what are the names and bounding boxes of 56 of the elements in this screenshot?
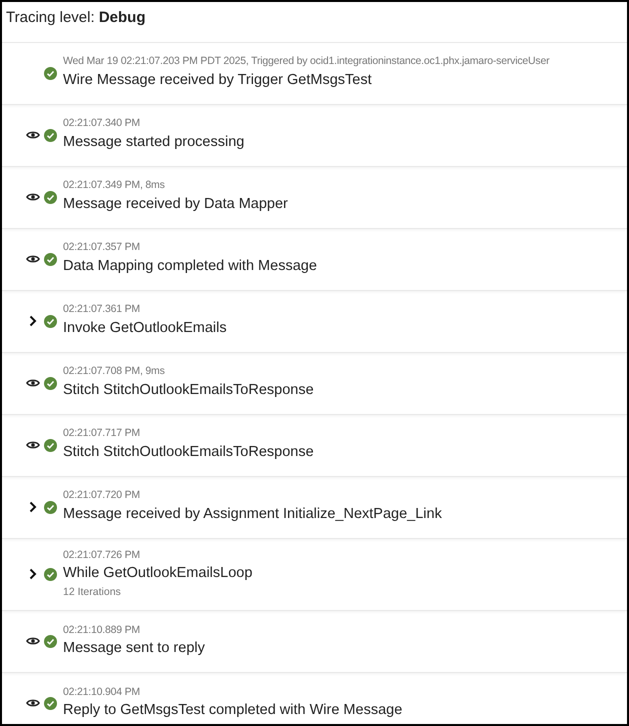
success-check-icon: [44, 190, 57, 204]
event-row[interactable]: Wed Mar 19 02:21:07.203 PM PDT 2025, Triggered by ocid1.integrationinstance.oc1.phx.jamaro-serviceUser Wire Message received by Trigger GetMsgsTest: [2, 42, 627, 104]
chevron-right-icon[interactable]: [29, 315, 37, 327]
event-row[interactable]: 02:21:10.904 PM Reply to GetMsgsTest completed with Wire Message: [2, 672, 627, 724]
event-time: 02:21:07.717 PM: [63, 426, 141, 442]
event-title: Reply to GetMsgsTest completed with Wire Message: [63, 701, 402, 720]
event-row[interactable]: 02:21:07.708 PM, 9ms Stitch StitchOutlookEmailsToResponse: [2, 352, 627, 414]
chevron-right-icon[interactable]: [29, 501, 37, 513]
success-check-icon: [44, 128, 57, 142]
iterations-count: 12 Iterations: [63, 585, 122, 600]
event-title: Stitch StitchOutlookEmailsToResponse: [63, 443, 314, 462]
success-check-icon: [44, 500, 57, 514]
eye-icon[interactable]: [26, 254, 40, 264]
event-title: Message sent to reply: [63, 639, 205, 658]
event-title: Message received by Data Mapper: [63, 195, 288, 214]
eye-icon[interactable]: [26, 378, 40, 388]
event-time: 02:21:07.726 PM: [63, 548, 141, 562]
event-row[interactable]: 02:21:07.726 PM While GetOutlookEmailsLoop 12 Iterations: [2, 538, 627, 610]
tracing-level-label: Tracing level: Debug: [5, 8, 146, 28]
success-check-icon: [44, 568, 57, 581]
event-title: Wire Message received by Trigger GetMsgsTest: [63, 71, 373, 90]
success-check-icon: [44, 438, 57, 452]
event-row[interactable]: 02:21:07.349 PM, 8ms Message received by Data Mapper: [2, 166, 627, 228]
event-time: 02:21:07.720 PM: [63, 488, 141, 504]
event-time: 02:21:10.904 PM: [63, 684, 141, 700]
eye-icon[interactable]: [26, 192, 40, 202]
event-time: 02:21:07.357 PM: [63, 240, 141, 256]
event-row[interactable]: 02:21:07.361 PM Invoke GetOutlookEmails: [2, 290, 627, 352]
event-title: Stitch StitchOutlookEmailsToResponse: [63, 381, 314, 400]
event-time: 02:21:07.708 PM, 9ms: [63, 364, 166, 380]
event-time: 02:21:10.889 PM: [63, 622, 141, 638]
event-title: Message started processing: [63, 133, 244, 152]
event-title: Message received by Assignment Initialize_NextPage_Link: [63, 505, 442, 524]
event-row[interactable]: 02:21:07.720 PM Message received by Assignment Initialize_NextPage_Link: [2, 476, 627, 538]
event-time: 02:21:07.349 PM, 8ms: [63, 178, 166, 194]
event-time: 02:21:07.340 PM: [63, 116, 141, 132]
event-title: While GetOutlookEmailsLoop: [63, 564, 252, 584]
eye-icon[interactable]: [26, 636, 40, 646]
event-time: Wed Mar 19 02:21:07.203 PM PDT 2025, Triggered by ocid1.integrationinstance.oc1.phx.jamaro-serviceUser: [63, 54, 550, 70]
event-row[interactable]: 02:21:07.357 PM Data Mapping completed with Message: [2, 228, 627, 290]
eye-icon[interactable]: [26, 440, 40, 450]
success-check-icon: [44, 252, 57, 266]
eye-icon[interactable]: [26, 130, 40, 140]
event-title: Data Mapping completed with Message: [63, 257, 317, 276]
event-title: Invoke GetOutlookEmails: [63, 319, 227, 338]
event-time: 02:21:07.361 PM: [63, 302, 141, 318]
event-row[interactable]: 02:21:10.889 PM Message sent to reply: [2, 610, 627, 672]
success-check-icon: [44, 696, 57, 710]
eye-icon[interactable]: [26, 698, 40, 708]
chevron-right-icon[interactable]: [29, 568, 37, 580]
success-check-icon: [44, 376, 57, 390]
success-check-icon: [44, 314, 57, 328]
event-row[interactable]: 02:21:07.717 PM Stitch StitchOutlookEmailsToResponse: [2, 414, 627, 476]
event-row[interactable]: 02:21:07.340 PM Message started processing: [2, 104, 627, 166]
success-check-icon: [44, 66, 57, 80]
success-check-icon: [44, 634, 57, 648]
